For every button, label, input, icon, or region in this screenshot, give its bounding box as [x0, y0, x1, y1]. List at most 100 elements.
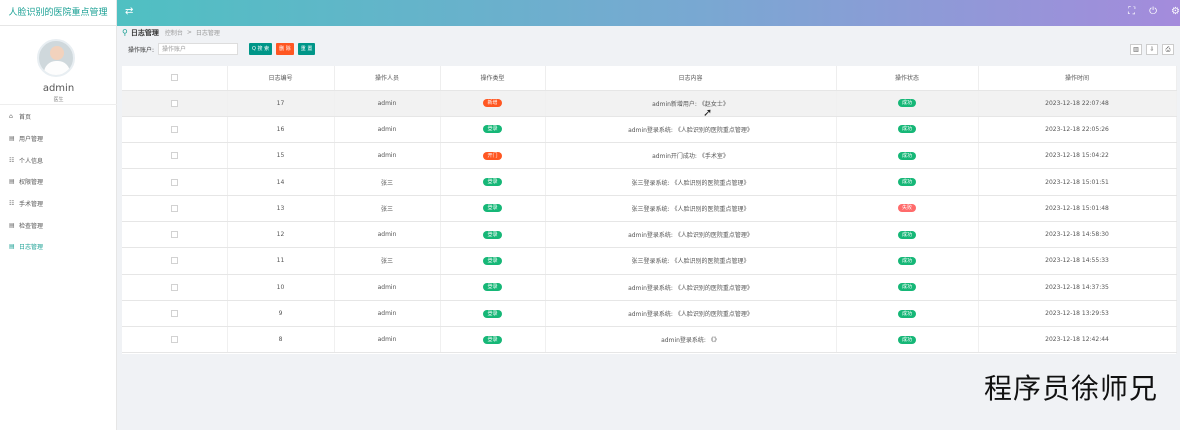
- sidebar-item[interactable]: ▤ 检查管理: [0, 214, 117, 236]
- app-logo-title[interactable]: 人脸识别的医院重点管理: [0, 0, 117, 26]
- time-cell: 2023-12-18 13:29:53: [978, 300, 1177, 328]
- table-row[interactable]: 11 张三 登录 张三登录系统: 《人脸识别的医院重点管理》 成功 2023-12-18 …: [122, 247, 1177, 275]
- type-badge: 登录: [483, 178, 502, 187]
- row-checkbox[interactable]: [170, 257, 178, 265]
- export-icon[interactable]: ⇩: [1146, 44, 1158, 55]
- sidebar-item-label: 检查管理: [19, 222, 44, 230]
- columns-icon[interactable]: ▥: [1130, 44, 1142, 55]
- status-badge: 成功: [897, 99, 916, 108]
- expand-icon[interactable]: ⇄: [125, 6, 133, 17]
- log-id-cell: 16: [227, 116, 335, 144]
- sidebar-item[interactable]: ⌂ 首页: [0, 106, 117, 128]
- sidebar-item[interactable]: ▤ 用户管理: [0, 128, 117, 150]
- power-icon[interactable]: ⏻: [1149, 6, 1157, 17]
- status-badge: 成功: [897, 230, 916, 239]
- table-toolbar: ▥ ⇩ ⎙: [1130, 44, 1174, 55]
- sidebar: admin 医生 ⌂ 首页 ▤ 用户管理 ☷ 个人信息 ▤ 权限管理 ☷ 手术管理 ▤ 检查管理 ▤ 日志…: [0, 26, 117, 430]
- table-row[interactable]: 13 张三 登录 张三登录系统: 《人脸识别的医院重点管理》 失败 2023-12-18 …: [122, 195, 1177, 222]
- row-checkbox[interactable]: [170, 310, 178, 318]
- row-checkbox[interactable]: [170, 283, 178, 291]
- operator-cell: 张三: [334, 247, 441, 275]
- content-cell: admin新增用户: 《赵女士》: [545, 90, 837, 117]
- delete-button[interactable]: 删 除: [276, 43, 294, 55]
- row-select-cell[interactable]: [122, 274, 228, 301]
- operator-cell: 张三: [334, 168, 441, 196]
- select-all-checkbox[interactable]: [122, 66, 228, 91]
- type-badge: 登录: [483, 283, 502, 292]
- breadcrumb-home[interactable]: 控制台: [165, 28, 183, 37]
- column-header[interactable]: 日志内容: [545, 66, 837, 91]
- row-checkbox[interactable]: [170, 125, 178, 133]
- row-checkbox[interactable]: [170, 204, 178, 212]
- operator-cell: admin: [334, 142, 441, 170]
- users-icon: ☷: [9, 156, 15, 164]
- sidebar-item-label: 手术管理: [19, 201, 44, 209]
- table-row[interactable]: 15 admin 开门 admin开门成功: 《手术室》 成功 2023-12-18 15…: [122, 142, 1177, 170]
- operator-cell: admin: [334, 116, 441, 144]
- time-cell: 2023-12-18 15:01:51: [978, 168, 1177, 196]
- avatar[interactable]: [37, 39, 75, 77]
- table-row[interactable]: 8 admin 登录 admin登录系统: 《》 成功 2023-12-18 12:42:…: [122, 326, 1177, 354]
- reset-button[interactable]: 重 置: [297, 43, 316, 55]
- log-id-cell: 12: [227, 221, 335, 249]
- breadcrumb-separator: >: [186, 29, 192, 36]
- row-select-cell[interactable]: [122, 300, 228, 328]
- row-select-cell[interactable]: [122, 326, 228, 354]
- table-header-row: 日志编号 操作人员 操作类型 日志内容 操作状态 操作时间: [122, 66, 1177, 91]
- log-id-cell: 10: [227, 274, 335, 301]
- type-cell: 登录: [440, 247, 546, 275]
- user-name: admin: [42, 83, 75, 94]
- content-cell: admin登录系统: 《人脸识别的医院重点管理》: [545, 221, 837, 249]
- operator-cell: admin: [334, 221, 441, 249]
- status-badge: 成功: [897, 335, 916, 344]
- row-checkbox[interactable]: [170, 336, 178, 344]
- status-cell: 成功: [836, 142, 979, 170]
- settings-icon[interactable]: ⚙: [1171, 6, 1180, 17]
- sidebar-item[interactable]: ▤ 日志管理: [0, 236, 117, 258]
- status-cell: 成功: [836, 168, 979, 196]
- log-table: 日志编号 操作人员 操作类型 日志内容 操作状态 操作时间 17 admin 新增 a…: [122, 66, 1177, 354]
- sidebar-item[interactable]: ☷ 个人信息: [0, 149, 117, 171]
- sidebar-item[interactable]: ▤ 权限管理: [0, 171, 117, 193]
- log-id-cell: 9: [227, 300, 335, 328]
- fullscreen-icon[interactable]: ⛶: [1128, 6, 1135, 17]
- log-id-cell: 13: [227, 195, 335, 222]
- row-select-cell[interactable]: [122, 142, 228, 170]
- table-row[interactable]: 10 admin 登录 admin登录系统: 《人脸识别的医院重点管理》 成功 2023-…: [122, 274, 1177, 301]
- column-header[interactable]: 日志编号: [227, 66, 335, 91]
- column-header[interactable]: 操作时间: [978, 66, 1177, 91]
- status-cell: 成功: [836, 221, 979, 249]
- time-cell: 2023-12-18 12:42:44: [978, 326, 1177, 354]
- row-checkbox[interactable]: [170, 152, 178, 160]
- type-badge: 新增: [483, 99, 502, 108]
- content-cell: 张三登录系统: 《人脸识别的医院重点管理》: [545, 168, 837, 196]
- column-header[interactable]: 操作类型: [440, 66, 546, 91]
- column-header[interactable]: 操作人员: [334, 66, 441, 91]
- print-icon[interactable]: ⎙: [1162, 44, 1174, 55]
- table-row[interactable]: 17 admin 新增 admin新增用户: 《赵女士》 成功 2023-12-18 22…: [122, 90, 1177, 117]
- row-select-cell[interactable]: [122, 168, 228, 196]
- status-badge: 成功: [897, 125, 916, 134]
- status-badge: 失败: [897, 204, 916, 213]
- row-checkbox[interactable]: [170, 99, 178, 107]
- list-icon: ▤: [9, 243, 15, 251]
- row-select-cell[interactable]: [122, 195, 228, 222]
- app-window: 人脸识别的医院重点管理 ⇄ ⛶ ⏻ ⚙ admin 医生 ⌂ 首页 ▤ 用户管理 ☷ 个人…: [0, 0, 1180, 430]
- table-row[interactable]: 16 admin 登录 admin登录系统: 《人脸识别的医院重点管理》 成功 2023-…: [122, 116, 1177, 144]
- column-header[interactable]: 操作状态: [836, 66, 979, 91]
- row-select-cell[interactable]: [122, 90, 228, 117]
- checkbox[interactable]: [170, 74, 178, 82]
- row-select-cell[interactable]: [122, 116, 228, 144]
- account-search-input[interactable]: 操作账户: [158, 43, 239, 55]
- content-cell: admin登录系统: 《人脸识别的医院重点管理》: [545, 300, 837, 328]
- search-button[interactable]: Q 搜 索: [249, 43, 273, 55]
- table-row[interactable]: 14 张三 登录 张三登录系统: 《人脸识别的医院重点管理》 成功 2023-12-18 …: [122, 168, 1177, 196]
- table-row[interactable]: 9 admin 登录 admin登录系统: 《人脸识别的医院重点管理》 成功 2023-1…: [122, 300, 1177, 328]
- sidebar-item[interactable]: ☷ 手术管理: [0, 193, 117, 215]
- time-cell: 2023-12-18 14:55:33: [978, 247, 1177, 275]
- row-checkbox[interactable]: [170, 231, 178, 239]
- row-select-cell[interactable]: [122, 247, 228, 275]
- row-select-cell[interactable]: [122, 221, 228, 249]
- row-checkbox[interactable]: [170, 178, 178, 186]
- table-row[interactable]: 12 admin 登录 admin登录系统: 《人脸识别的医院重点管理》 成功 2023-…: [122, 221, 1177, 249]
